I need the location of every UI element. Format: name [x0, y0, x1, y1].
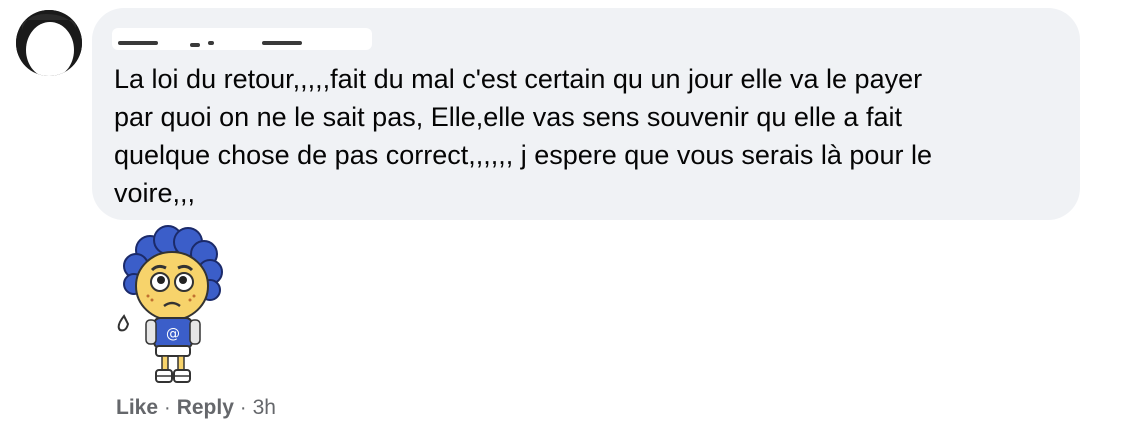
- worried-boy-sticker-icon: @: [110, 220, 240, 390]
- svg-text:@: @: [166, 326, 180, 342]
- comment-bubble: La loi du retour,,,,,fait du mal c'est c…: [92, 8, 1080, 220]
- comment-line: quelque chose de pas correct,,,,,, j esp…: [114, 140, 932, 170]
- separator-dot: ·: [164, 397, 171, 419]
- separator-dot: ·: [239, 397, 247, 419]
- avatar-image: [16, 10, 82, 76]
- comment-line: par quoi on ne le sait pas, Elle,elle va…: [114, 102, 902, 132]
- comment-timestamp[interactable]: 3h: [253, 394, 276, 422]
- like-button[interactable]: Like: [116, 394, 158, 422]
- comment-actions: Like · Reply · 3h: [116, 394, 276, 422]
- comment-line: voire,,,: [114, 178, 196, 208]
- comment-text: La loi du retour,,,,,fait du mal c'est c…: [114, 60, 1054, 212]
- commenter-avatar[interactable]: [16, 10, 82, 76]
- reply-button[interactable]: Reply: [177, 394, 234, 422]
- comment-line: La loi du retour,,,,,fait du mal c'est c…: [114, 64, 923, 94]
- redacted-author-name: [112, 28, 372, 50]
